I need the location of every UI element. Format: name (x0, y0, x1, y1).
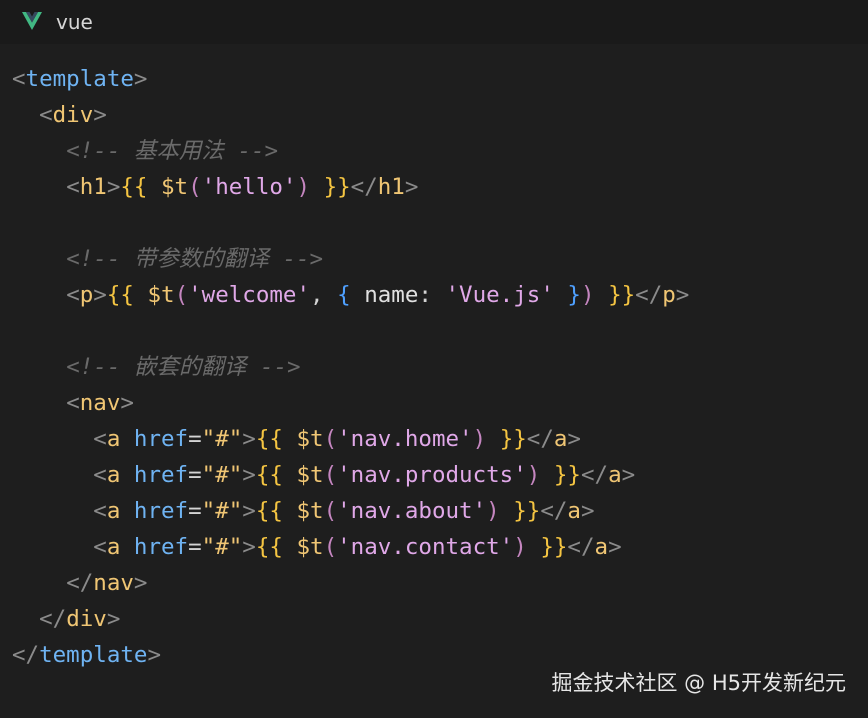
code-line: <a href="#">{{ $t('nav.contact') }}</a> (93, 534, 622, 560)
code-line: <a href="#">{{ $t('nav.products') }}</a> (93, 462, 636, 488)
code-line: <h1>{{ $t('hello') }}</h1> (66, 174, 419, 200)
code-line: <template> (12, 66, 148, 92)
code-line: <a href="#">{{ $t('nav.about') }}</a> (93, 498, 595, 524)
code-line: </div> (39, 606, 121, 632)
code-line: <!-- 带参数的翻译 --> (66, 246, 324, 272)
code-line: <!-- 基本用法 --> (66, 138, 279, 164)
code-line: <div> (39, 102, 107, 128)
code-line: <p>{{ $t('welcome', { name: 'Vue.js' }) … (66, 282, 690, 308)
code-area: <template> <div> <!-- 基本用法 --> <h1>{{ $t… (0, 44, 868, 718)
code-line: <nav> (66, 390, 134, 416)
code-line: </template> (12, 642, 162, 668)
code-block-header: vue (0, 0, 868, 44)
code-line: </nav> (66, 570, 148, 596)
watermark: 掘金技术社区 @ H5开发新纪元 (551, 671, 846, 695)
language-label: vue (56, 10, 93, 34)
code-line: <!-- 嵌套的翻译 --> (66, 354, 301, 380)
vue-logo-icon (22, 12, 42, 30)
code-line: <a href="#">{{ $t('nav.home') }}</a> (93, 426, 581, 452)
